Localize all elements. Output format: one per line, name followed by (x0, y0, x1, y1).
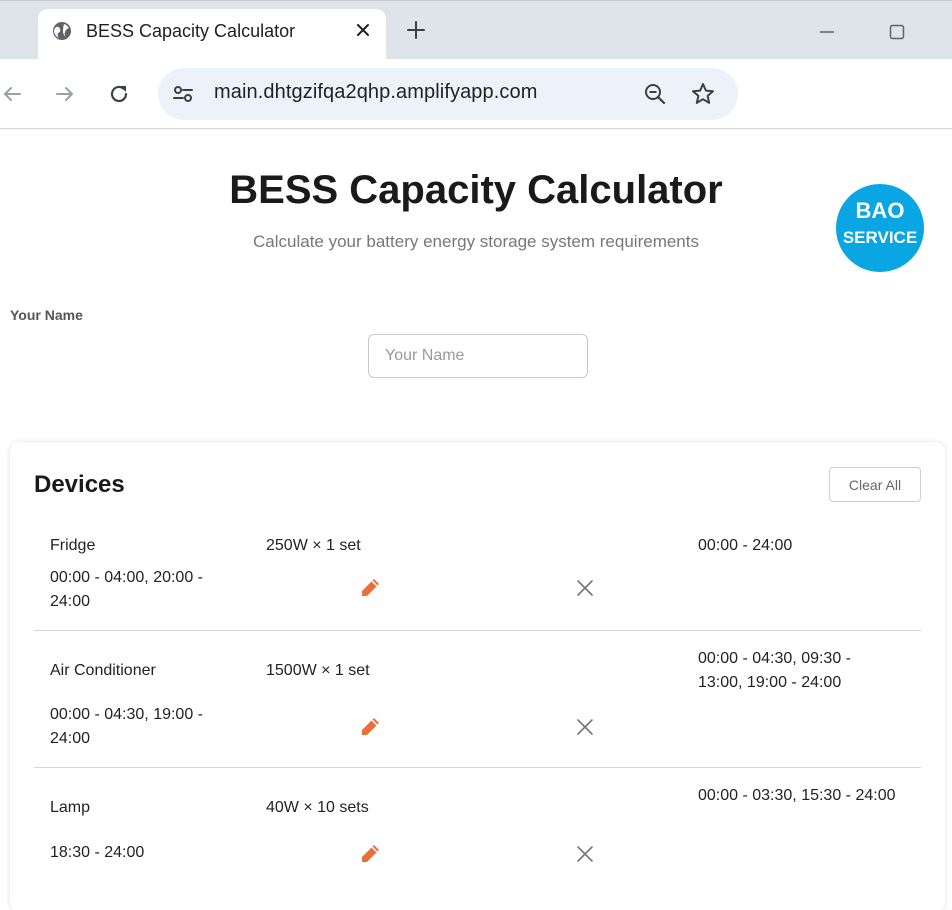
star-icon[interactable] (690, 81, 716, 107)
devices-section: Devices Clear All Fridge 250W × 1 set 00… (10, 442, 945, 910)
device-hours: 00:00 - 04:30, 09:30 - 13:00, 19:00 - 24… (698, 650, 851, 691)
close-icon[interactable] (574, 843, 596, 865)
pencil-icon[interactable] (358, 715, 382, 739)
browser-toolbar: main.dhtgzifqa2qhp.amplifyapp.com (0, 59, 952, 129)
plus-icon[interactable] (404, 18, 428, 42)
zoom-out-icon[interactable] (642, 81, 668, 107)
clear-all-button[interactable]: Clear All (829, 467, 921, 502)
page-subtitle: Calculate your battery energy storage sy… (253, 232, 699, 251)
reload-icon[interactable] (106, 81, 132, 107)
device-hours: 00:00 - 24:00 (698, 537, 793, 554)
name-label: Your Name (10, 307, 83, 323)
close-icon[interactable] (574, 577, 596, 599)
close-icon[interactable] (574, 716, 596, 738)
logo-text-line1: BAO (855, 198, 905, 223)
forward-arrow-icon[interactable] (52, 81, 78, 107)
page-title: BESS Capacity Calculator (229, 168, 723, 212)
device-power: 1500W × 1 set (266, 662, 370, 679)
logo-text-line2: SERVICE (842, 228, 918, 247)
device-name: Fridge (50, 537, 96, 554)
device-name: Lamp (50, 799, 91, 816)
tab-title: BESS Capacity Calculator (86, 21, 296, 41)
device-row: Fridge 250W × 1 set 00:00 - 24:00 00:00 … (34, 516, 921, 631)
device-row: Air Conditioner 1500W × 1 set 00:00 - 04… (34, 631, 921, 768)
maximize-icon[interactable] (886, 21, 908, 43)
browser-tab-strip: BESS Capacity Calculator (0, 0, 952, 60)
browser-tab[interactable]: BESS Capacity Calculator (38, 9, 386, 60)
back-arrow-icon[interactable] (0, 81, 26, 107)
device-schedule: 18:30 - 24:00 (50, 844, 145, 861)
url-text[interactable]: main.dhtgzifqa2qhp.amplifyapp.com (214, 81, 538, 104)
device-row: Lamp 40W × 10 sets 00:00 - 03:30, 15:30 … (34, 768, 921, 898)
device-schedule: 00:00 - 04:00, 20:00 - 24:00 (50, 569, 203, 610)
globe-icon (53, 22, 71, 40)
address-bar[interactable]: main.dhtgzifqa2qhp.amplifyapp.com (158, 68, 738, 120)
page-content: BESS Capacity Calculator Calculate your … (0, 130, 952, 910)
device-name: Air Conditioner (50, 662, 156, 679)
name-input[interactable] (368, 334, 588, 378)
device-schedule: 00:00 - 04:30, 19:00 - 24:00 (50, 706, 203, 747)
device-power: 40W × 10 sets (266, 799, 369, 816)
site-settings-icon[interactable] (170, 81, 196, 107)
pencil-icon[interactable] (358, 842, 382, 866)
minimize-icon[interactable] (816, 21, 838, 43)
devices-title: Devices (34, 471, 125, 498)
device-hours: 00:00 - 03:30, 15:30 - 24:00 (698, 787, 896, 804)
device-power: 250W × 1 set (266, 537, 361, 554)
bao-service-logo: BAO SERVICE (836, 184, 924, 272)
pencil-icon[interactable] (358, 576, 382, 600)
close-icon[interactable] (352, 19, 374, 41)
